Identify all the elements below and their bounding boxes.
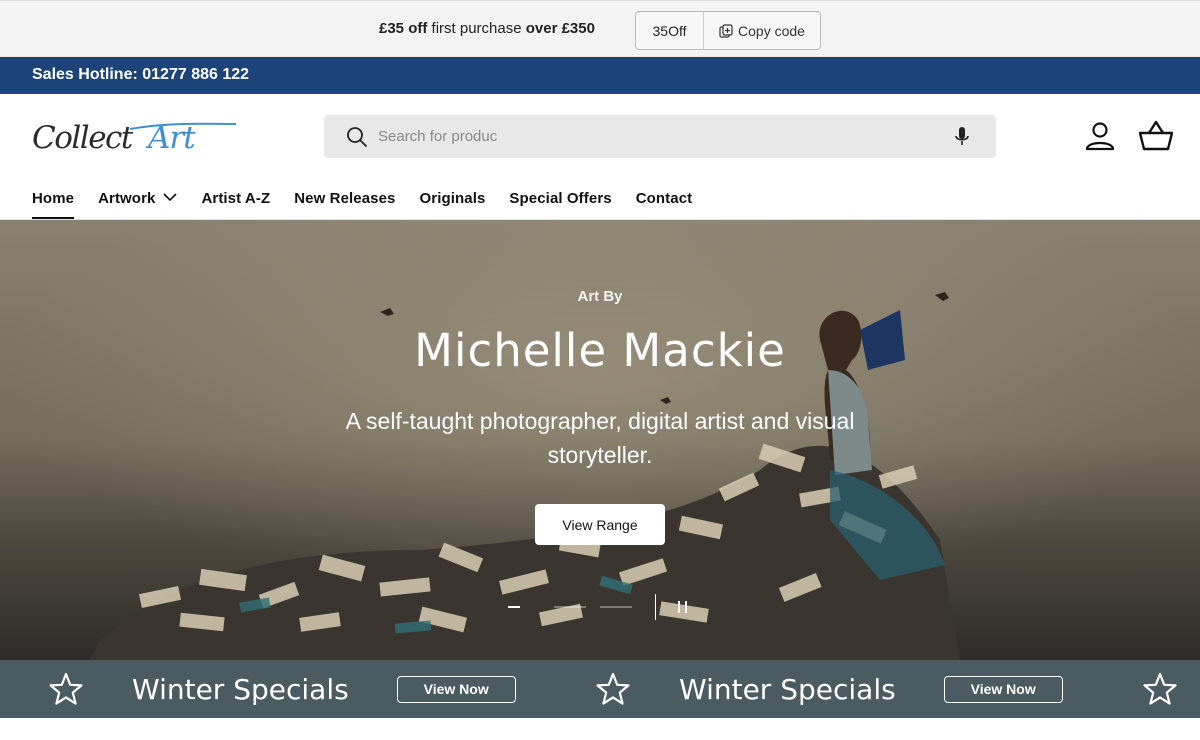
discount-code: 35Off — [636, 12, 704, 49]
view-range-button[interactable]: View Range — [535, 504, 665, 545]
nav-label: New Releases — [294, 190, 396, 207]
search-icon[interactable] — [346, 126, 368, 153]
chevron-down-icon — [163, 190, 178, 208]
hotline-bar: Sales Hotline: 01277 886 122 — [0, 57, 1200, 94]
nav-item-artist-a-z[interactable]: Artist A-Z — [201, 190, 270, 220]
nav-item-artwork[interactable]: Artwork — [98, 190, 178, 220]
microphone-icon[interactable] — [954, 126, 970, 153]
discount-code-box: 35Off Copy code — [635, 11, 821, 50]
slideshow-divider — [655, 594, 656, 620]
star-icon — [49, 672, 83, 705]
winter-specials-marquee: Winter Specials View Now Winter Specials… — [0, 660, 1200, 718]
main-nav: Home Artwork Artist A-Z New Releases Ori… — [32, 190, 692, 220]
pause-icon[interactable] — [676, 600, 690, 619]
nav-item-contact[interactable]: Contact — [636, 190, 693, 220]
marquee-item: Winter Specials View Now — [48, 660, 516, 718]
nav-label: Artist A-Z — [201, 190, 271, 207]
nav-item-home[interactable]: Home — [32, 190, 75, 220]
hero-banner: Art By Michelle Mackie A self-taught pho… — [0, 220, 1200, 660]
marquee-item — [1142, 660, 1178, 718]
marquee-text: Winter Specials — [132, 672, 349, 706]
basket-icon[interactable] — [1138, 120, 1174, 157]
slide-dot[interactable] — [600, 606, 632, 608]
slide-dot[interactable] — [508, 606, 520, 608]
copy-code-label: Copy code — [738, 22, 805, 39]
promo-text: £35 off first purchase over £350 — [379, 20, 595, 37]
star-icon — [1143, 672, 1177, 705]
view-now-button[interactable]: View Now — [943, 675, 1063, 703]
account-icon[interactable] — [1084, 120, 1116, 157]
star-icon — [596, 672, 630, 705]
hero-kicker: Art By — [577, 288, 623, 305]
hero-title: Michelle Mackie — [414, 324, 786, 377]
marquee-text: Winter Specials — [679, 672, 896, 706]
nav-label: Special Offers — [509, 190, 612, 207]
collectart-logo[interactable]: Collect Art — [30, 112, 240, 162]
nav-item-new-releases[interactable]: New Releases — [294, 190, 395, 220]
view-now-button[interactable]: View Now — [396, 675, 516, 703]
nav-label: Artwork — [98, 190, 156, 207]
promo-bar: £35 off first purchase over £350 35Off C… — [0, 0, 1200, 57]
copy-icon — [719, 23, 733, 38]
nav-label: Contact — [635, 190, 693, 207]
nav-item-special-offers[interactable]: Special Offers — [509, 190, 611, 220]
hero-subtitle: A self-taught photographer, digital arti… — [345, 408, 855, 468]
logo-text-collect: Collect — [32, 120, 134, 156]
copy-code-button[interactable]: Copy code — [704, 12, 820, 49]
slide-dot[interactable] — [554, 606, 586, 608]
sales-hotline[interactable]: Sales Hotline: 01277 886 122 — [32, 66, 249, 84]
nav-label: Home — [32, 190, 75, 207]
search-bar — [324, 115, 996, 158]
slideshow-indicators — [508, 606, 632, 608]
search-input[interactable] — [378, 115, 938, 158]
nav-item-originals[interactable]: Originals — [420, 190, 486, 220]
nav-label: Originals — [419, 190, 486, 207]
marquee-item: Winter Specials View Now — [595, 660, 1063, 718]
